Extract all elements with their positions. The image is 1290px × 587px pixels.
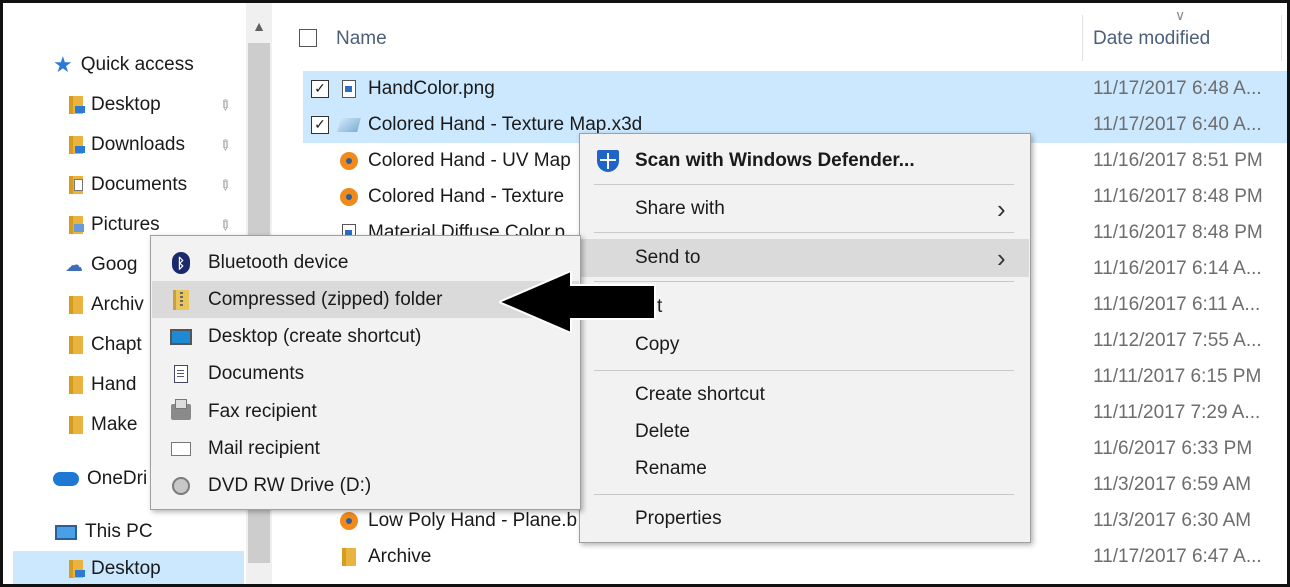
sidebar-item-google-drive[interactable]: ☁ Goog — [65, 247, 137, 283]
fax-icon — [171, 399, 191, 420]
row-checkbox[interactable]: ✓ — [311, 116, 329, 134]
blender-icon — [340, 512, 358, 530]
windows-defender-shield-icon — [597, 150, 619, 172]
sidebar-item-chapters[interactable]: Chapt — [69, 327, 142, 363]
pin-icon: ✎ — [215, 135, 236, 155]
file-row[interactable]: Archive 11/17/2017 6:47 A... — [303, 539, 1287, 575]
menu-separator — [594, 184, 1014, 185]
menu-item-rename[interactable]: Rename — [581, 450, 1029, 488]
folder-icon — [69, 336, 83, 354]
scroll-up-icon[interactable]: ▲ — [246, 11, 272, 41]
chevron-right-icon: › — [997, 193, 1006, 224]
sidebar-item-desktop[interactable]: Desktop — [69, 87, 161, 123]
documents-folder-icon — [69, 176, 83, 194]
file-date-modified: 11/3/2017 6:30 AM — [1093, 510, 1252, 531]
pin-icon: ✎ — [215, 175, 236, 195]
star-icon: ★ — [53, 52, 73, 77]
file-date-modified: 11/16/2017 6:14 A... — [1093, 258, 1262, 279]
png-icon — [342, 80, 356, 98]
send-to-documents[interactable]: Documents — [152, 355, 579, 392]
downloads-folder-icon — [69, 136, 85, 154]
file-date-modified: 11/16/2017 8:48 PM — [1093, 186, 1263, 207]
pin-icon: ✎ — [215, 215, 236, 235]
file-name: HandColor.png — [368, 78, 495, 99]
pin-icon: ✎ — [215, 95, 236, 115]
folder-icon — [69, 376, 83, 394]
menu-separator — [594, 370, 1014, 371]
folder-icon — [69, 296, 83, 314]
sidebar-item-quick-access[interactable]: ★ Quick access — [53, 47, 194, 83]
x3d-icon — [337, 118, 361, 132]
file-date-modified: 11/11/2017 6:15 PM — [1093, 366, 1262, 387]
sidebar-item-hand[interactable]: Hand — [69, 367, 136, 403]
column-header-name[interactable]: Name — [336, 28, 387, 50]
file-date-modified: 11/17/2017 6:40 A... — [1093, 114, 1262, 135]
send-to-dvd-drive[interactable]: DVD RW Drive (D:) — [152, 467, 579, 504]
mail-icon — [171, 442, 191, 456]
menu-item-scan-defender[interactable]: Scan with Windows Defender... — [581, 142, 1029, 180]
cloud-icon: ☁ — [65, 254, 83, 275]
menu-item-create-shortcut[interactable]: Create shortcut — [581, 376, 1029, 414]
context-menu: Scan with Windows Defender... Share with… — [579, 133, 1031, 543]
pictures-folder-icon — [69, 216, 84, 234]
file-name: Colored Hand - UV Map — [368, 150, 571, 171]
menu-item-properties[interactable]: Properties — [581, 500, 1029, 538]
file-explorer-window: ★ Quick access Desktop ✎ Downloads ✎ Doc… — [0, 0, 1290, 587]
sidebar-item-downloads[interactable]: Downloads — [69, 127, 185, 163]
desktop-folder-icon — [69, 560, 85, 578]
file-date-modified: 11/3/2017 6:59 AM — [1093, 474, 1252, 495]
file-row[interactable]: ✓ HandColor.png 11/17/2017 6:48 A... — [303, 71, 1287, 107]
column-divider[interactable] — [1281, 15, 1282, 61]
dvd-drive-icon — [172, 477, 190, 495]
folder-icon — [69, 416, 83, 434]
column-divider[interactable] — [1082, 15, 1083, 61]
desktop-folder-icon — [69, 96, 85, 114]
documents-icon — [174, 365, 188, 383]
send-to-mail[interactable]: Mail recipient — [152, 430, 579, 467]
sidebar-item-this-pc[interactable]: This PC — [55, 514, 153, 550]
file-date-modified: 11/11/2017 7:29 A... — [1093, 402, 1261, 423]
file-date-modified: 11/17/2017 6:47 A... — [1093, 546, 1262, 567]
this-pc-icon — [55, 524, 77, 540]
file-date-modified: 11/12/2017 7:55 A... — [1093, 330, 1262, 351]
sort-chevron-icon: ∨ — [1175, 7, 1186, 23]
file-date-modified: 11/16/2017 8:51 PM — [1093, 150, 1263, 171]
menu-item-share-with[interactable]: Share with › — [581, 190, 1029, 228]
column-header-date-modified[interactable]: Date modified — [1093, 28, 1210, 50]
blender-icon — [340, 152, 358, 170]
sidebar-item-pc-desktop[interactable]: Desktop — [13, 551, 244, 584]
row-checkbox[interactable]: ✓ — [311, 80, 329, 98]
zip-folder-icon — [173, 290, 189, 310]
bluetooth-icon: ᛒ — [172, 252, 190, 274]
sidebar-item-documents[interactable]: Documents — [69, 167, 187, 203]
onedrive-icon — [53, 472, 79, 486]
sidebar-item-maker[interactable]: Make — [69, 407, 137, 443]
file-date-modified: 11/6/2017 6:33 PM — [1093, 438, 1253, 459]
desktop-icon — [170, 329, 192, 345]
menu-separator — [594, 494, 1014, 495]
blender-icon — [340, 188, 358, 206]
file-name: Low Poly Hand - Plane.b — [368, 510, 578, 531]
select-all-checkbox[interactable] — [299, 29, 317, 47]
annotation-arrow — [499, 271, 656, 333]
sidebar-item-archive[interactable]: Archiv — [69, 287, 144, 323]
menu-item-delete[interactable]: Delete — [581, 413, 1029, 451]
folder-icon — [342, 548, 356, 566]
file-name: Archive — [368, 546, 432, 567]
file-date-modified: 11/16/2017 8:48 PM — [1093, 222, 1263, 243]
file-name: Colored Hand - Texture — [368, 186, 565, 207]
chevron-right-icon: › — [997, 242, 1006, 273]
menu-separator — [594, 232, 1014, 233]
sidebar-item-onedrive[interactable]: OneDri — [53, 461, 147, 497]
sidebar-item-pictures[interactable]: Pictures — [69, 207, 160, 243]
file-date-modified: 11/17/2017 6:48 A... — [1093, 78, 1262, 99]
file-date-modified: 11/16/2017 6:11 A... — [1093, 294, 1261, 315]
send-to-fax[interactable]: Fax recipient — [152, 393, 579, 430]
